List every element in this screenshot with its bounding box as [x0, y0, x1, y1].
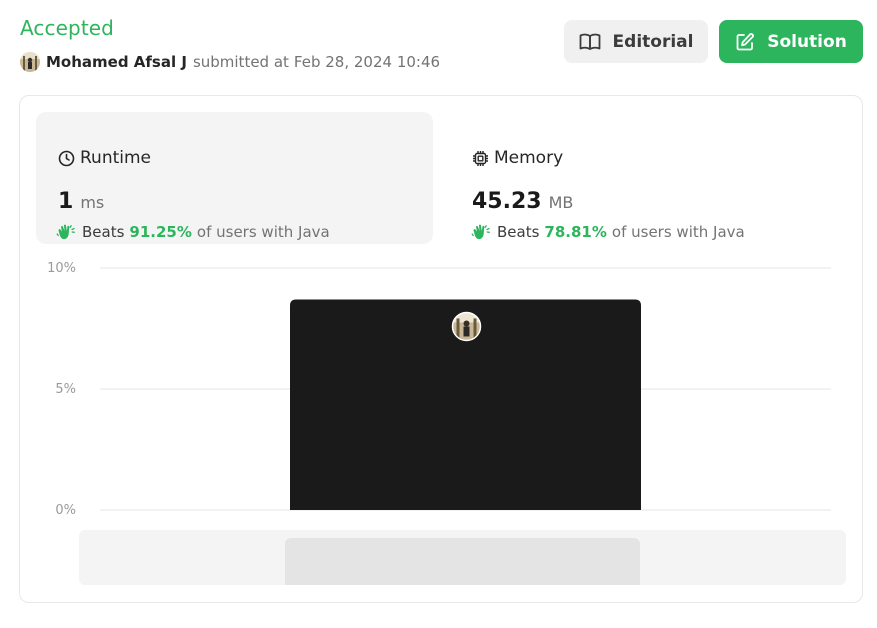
- memory-value: 45.23: [472, 189, 542, 214]
- clapping-hands-icon: [56, 223, 76, 241]
- runtime-label: Runtime: [80, 148, 152, 168]
- memory-label-row: Memory: [472, 148, 563, 168]
- overview-range-handle[interactable]: [285, 538, 640, 585]
- submission-detail-page: Accepted Mohamed Afsal J submitted at Fe…: [0, 0, 877, 628]
- chart-overview-scroller[interactable]: [79, 530, 846, 585]
- runtime-beats: Beats 91.25% of users with Java: [56, 223, 330, 241]
- runtime-beats-percentage: 91.25%: [129, 223, 192, 241]
- submission-status: Accepted: [20, 16, 114, 40]
- clapping-hands-icon: [471, 223, 491, 241]
- chip-icon: [472, 150, 489, 167]
- memory-label: Memory: [494, 148, 564, 168]
- edit-icon: [735, 32, 755, 52]
- runtime-beats-word: Beats: [82, 223, 125, 241]
- submitted-at-label: submitted at: [192, 53, 289, 71]
- runtime-panel[interactable]: Runtime 1 ms Beats 91.25% of users with …: [36, 112, 433, 244]
- editorial-button[interactable]: Editorial: [564, 20, 708, 63]
- clock-icon: [58, 150, 75, 167]
- memory-beats-suffix: of users with Java: [611, 223, 745, 241]
- solution-button[interactable]: Solution: [719, 20, 863, 63]
- editorial-button-label: Editorial: [612, 31, 694, 52]
- book-icon: [579, 33, 601, 51]
- memory-value-row: 45.23 MB: [472, 189, 573, 214]
- runtime-unit: ms: [80, 193, 105, 212]
- runtime-value-row: 1 ms: [58, 189, 104, 214]
- user-avatar[interactable]: [20, 52, 40, 72]
- submitted-time: Feb 28, 2024 10:46: [293, 53, 441, 71]
- performance-card: Runtime 1 ms Beats 91.25% of users with …: [19, 95, 863, 603]
- memory-panel[interactable]: Memory 45.23 MB Beats 78.81% of users wi…: [456, 112, 853, 244]
- memory-beats-word: Beats: [497, 223, 540, 241]
- solution-button-label: Solution: [767, 31, 847, 52]
- runtime-value: 1: [58, 189, 74, 214]
- submitter-line: Mohamed Afsal J submitted at Feb 28, 202…: [20, 52, 440, 72]
- user-name-link[interactable]: Mohamed Afsal J: [46, 53, 187, 71]
- runtime-beats-suffix: of users with Java: [196, 223, 330, 241]
- memory-beats: Beats 78.81% of users with Java: [471, 223, 745, 241]
- memory-beats-percentage: 78.81%: [544, 223, 607, 241]
- runtime-label-row: Runtime: [58, 148, 151, 168]
- memory-unit: MB: [548, 193, 574, 212]
